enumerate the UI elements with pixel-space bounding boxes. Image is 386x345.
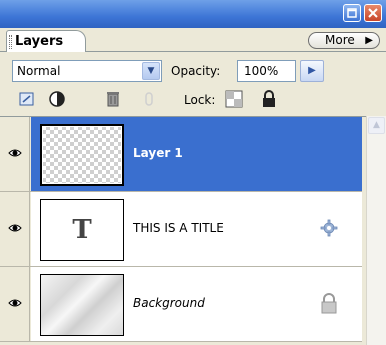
lock-icon (321, 293, 337, 314)
more-label: More (325, 33, 355, 47)
trash-icon[interactable] (104, 90, 122, 108)
opacity-label: Opacity: (171, 64, 221, 78)
layer-controls: Normal ▼ Opacity: 100% ▶ Lock: (0, 52, 386, 116)
layer-row-layer-1[interactable]: Layer 1 (0, 117, 362, 192)
text-layer-icon: T (72, 215, 92, 245)
chevron-down-icon[interactable]: ▼ (142, 62, 160, 80)
adjustment-layer-icon[interactable] (48, 90, 66, 108)
triangle-right-icon: ▶ (365, 35, 373, 46)
blend-mode-value: Normal (17, 64, 61, 78)
layers-list: Layer 1 T THIS IS A TITLE Background (0, 116, 366, 345)
opacity-field[interactable]: 100% (237, 60, 296, 82)
link-layers-icon[interactable] (18, 90, 36, 108)
opacity-slider-button[interactable]: ▶ (300, 60, 324, 82)
visibility-toggle[interactable] (0, 192, 30, 266)
restore-button[interactable] (343, 4, 361, 22)
eye-icon (8, 299, 22, 307)
tab-layers[interactable]: Layers (6, 30, 86, 53)
restore-icon (347, 8, 357, 18)
layer-thumbnail (40, 124, 124, 186)
eye-icon (8, 149, 22, 157)
vertical-scrollbar[interactable]: ▲ (366, 116, 386, 345)
layer-name: Layer 1 (133, 146, 183, 160)
more-button[interactable]: More ▶ (308, 32, 380, 49)
close-button[interactable] (364, 4, 382, 22)
layer-name: Background (133, 296, 205, 310)
layer-row-background[interactable]: Background (0, 267, 362, 342)
lock-all-icon[interactable] (260, 90, 278, 108)
blend-mode-select[interactable]: Normal ▼ (12, 60, 162, 82)
layer-content[interactable]: T THIS IS A TITLE (31, 192, 362, 266)
opacity-value: 100% (244, 64, 279, 78)
layer-name: THIS IS A TITLE (133, 221, 224, 235)
lock-pixels-icon[interactable] (225, 90, 243, 108)
gear-icon[interactable] (319, 217, 339, 239)
layer-row-title[interactable]: T THIS IS A TITLE (0, 192, 362, 267)
layer-content[interactable]: Background (31, 267, 362, 341)
layer-thumbnail (40, 274, 124, 336)
tab-label: Layers (15, 34, 64, 49)
lock-transparency-ghost-icon (145, 92, 153, 106)
lock-label: Lock: (184, 93, 216, 107)
layer-thumbnail: T (40, 199, 124, 261)
visibility-toggle[interactable] (0, 267, 30, 341)
visibility-toggle[interactable] (0, 117, 30, 191)
eye-icon (8, 224, 22, 232)
close-icon (368, 8, 378, 18)
window-titlebar (0, 0, 386, 28)
grip-icon (9, 35, 12, 49)
scroll-up-button[interactable]: ▲ (368, 117, 385, 134)
panel-tab-row: Layers More ▶ (0, 28, 386, 53)
layer-content[interactable]: Layer 1 (31, 117, 362, 191)
